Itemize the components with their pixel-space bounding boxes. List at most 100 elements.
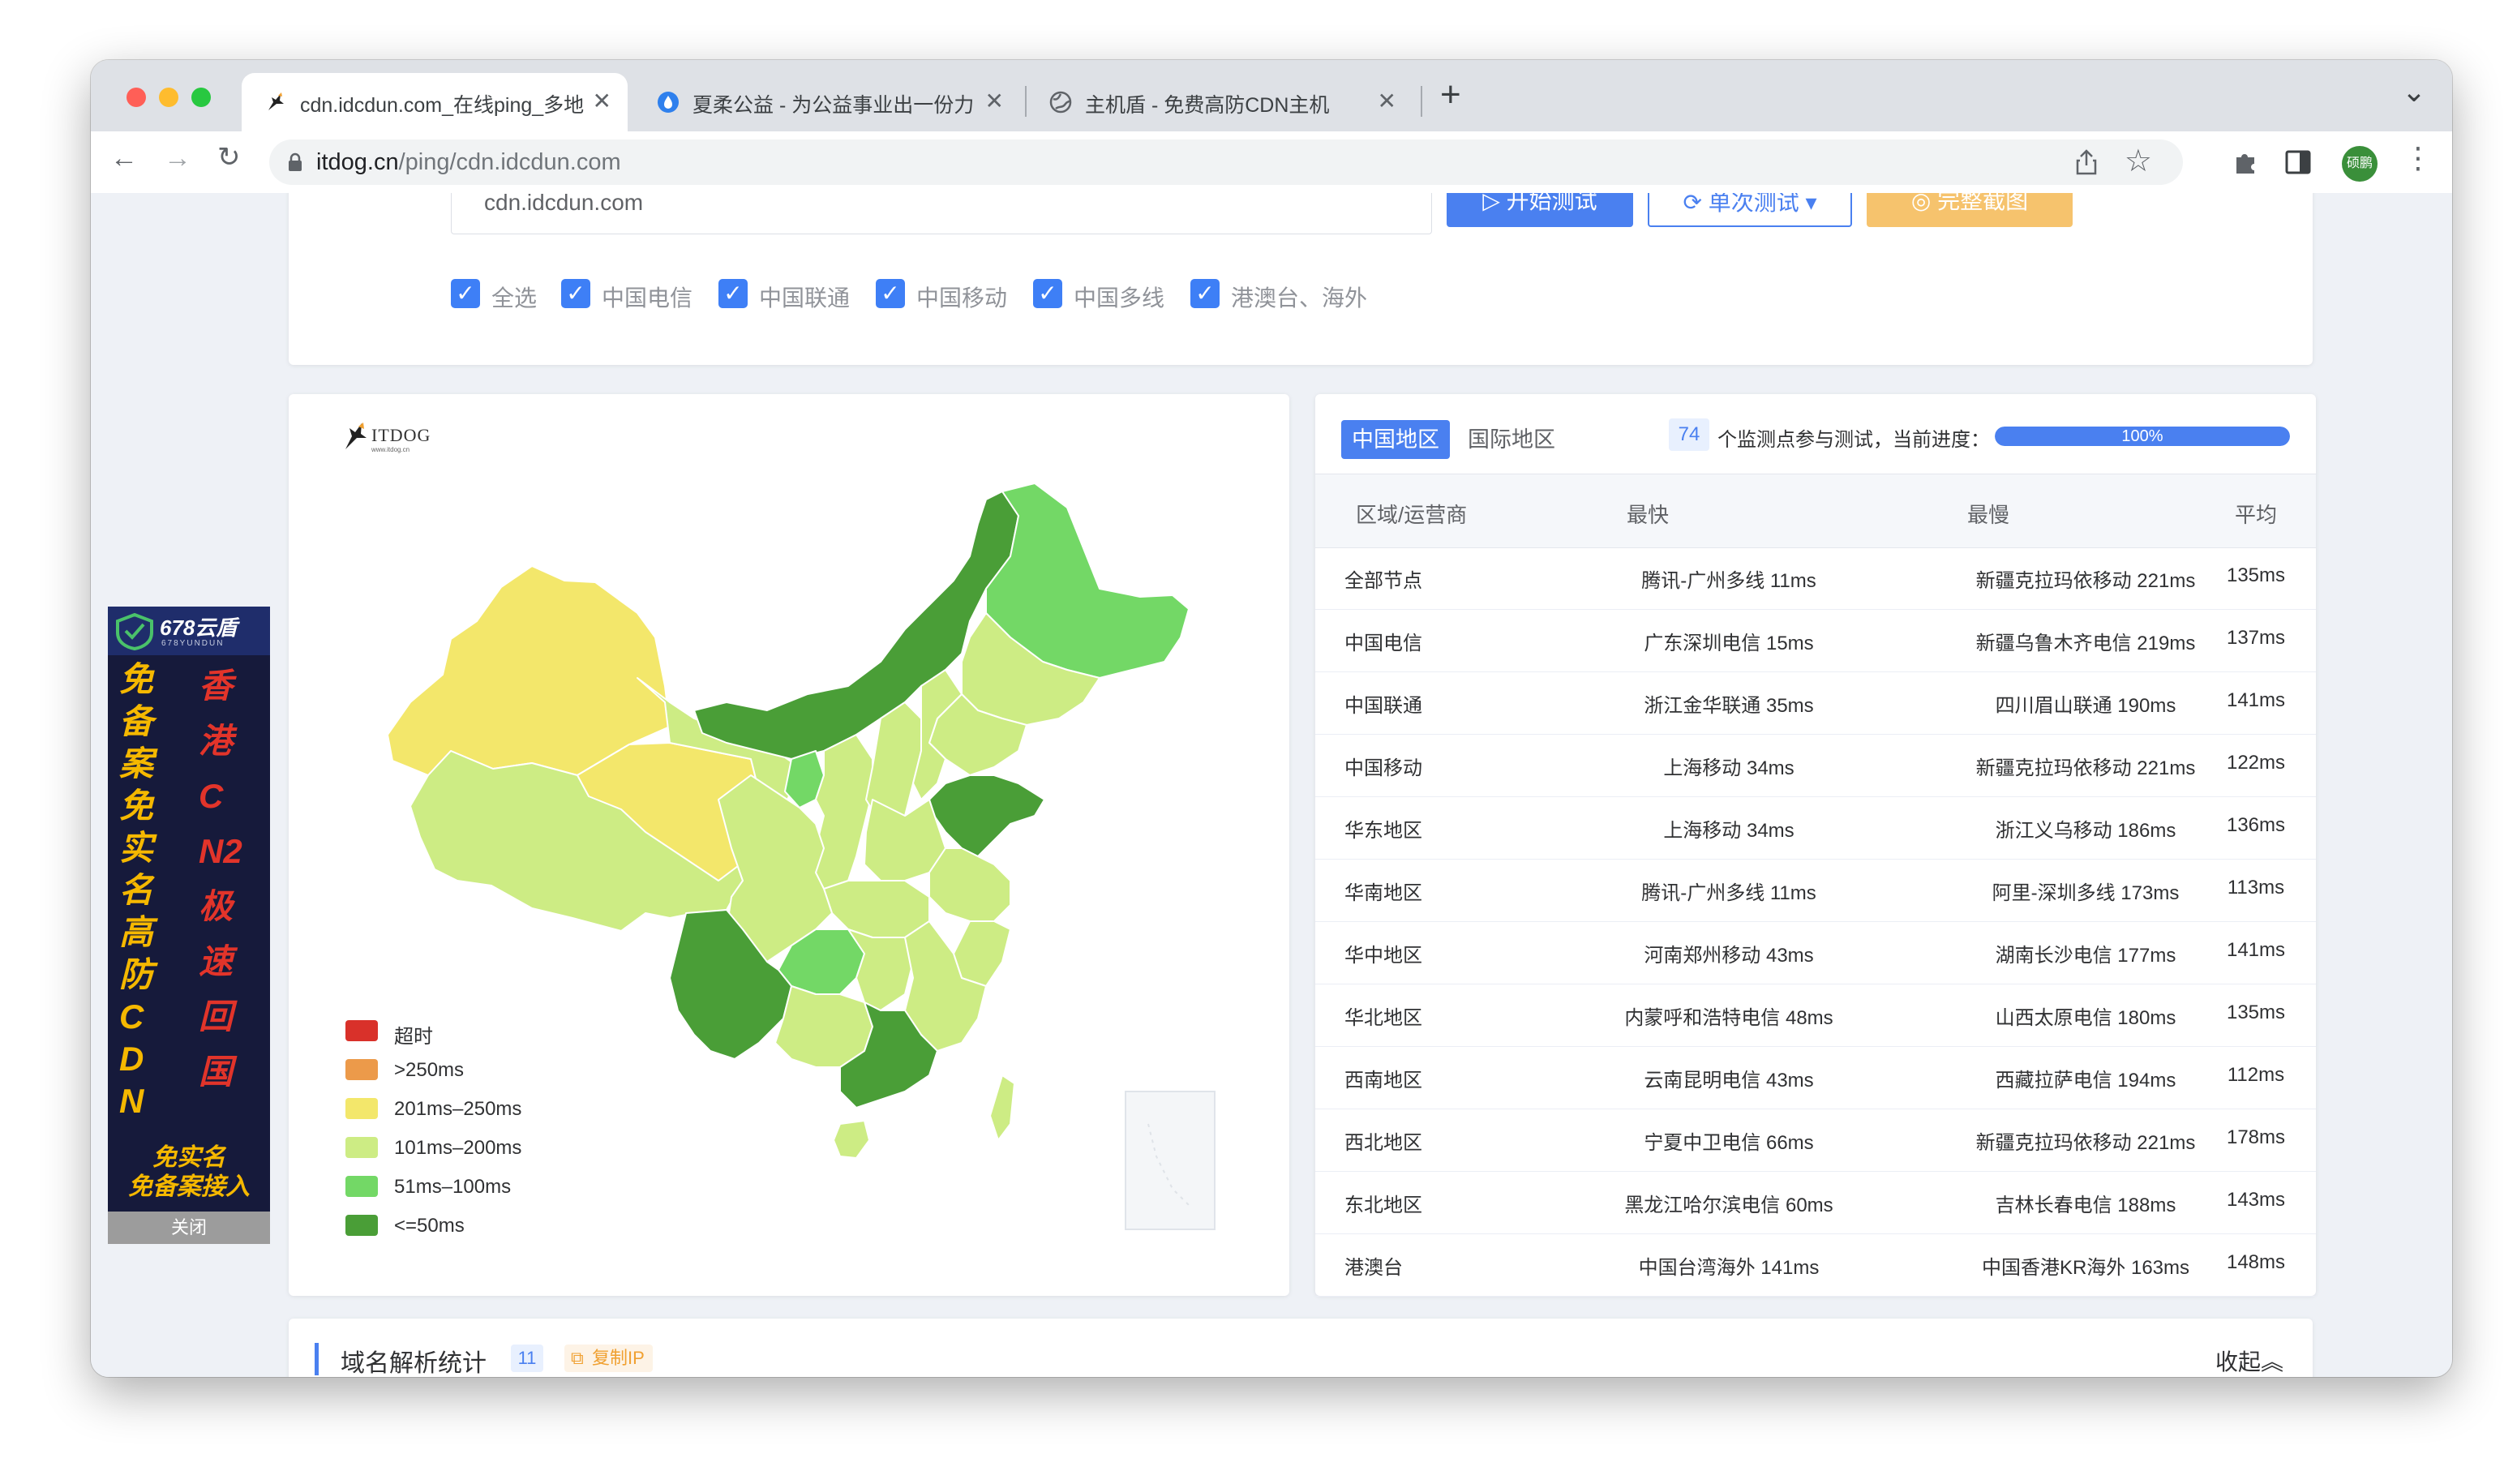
table-row: 东北地区 黑龙江哈尔滨电信 60ms 吉林长春电信 188ms 143ms — [1315, 1171, 2316, 1234]
cell-average: 143ms — [2226, 1189, 2286, 1211]
region-xinjiang — [387, 565, 671, 776]
results-card: 中国地区 国际地区 74 个监测点参与测试，当前进度： 100% 区域/运营商 … — [1315, 394, 2316, 1297]
cell-region: 港澳台 — [1344, 1257, 1403, 1279]
extensions-puzzle-icon[interactable] — [2232, 148, 2261, 177]
checkbox-check-icon[interactable]: ✓ — [718, 279, 748, 308]
cell-region: 中国联通 — [1344, 695, 1422, 717]
close-window-button[interactable] — [126, 88, 146, 107]
side-panel-icon[interactable] — [2285, 149, 2311, 175]
checkbox-check-icon[interactable]: ✓ — [561, 279, 590, 308]
cell-fastest: 腾讯-广州多线 11ms — [1641, 882, 1816, 904]
start-test-button[interactable]: ▷ 开始测试 — [1447, 193, 1633, 227]
cell-region: 西北地区 — [1344, 1132, 1422, 1154]
tab-separator — [1421, 86, 1422, 117]
checkbox-check-icon[interactable]: ✓ — [1033, 279, 1062, 308]
cell-region: 华东地区 — [1344, 820, 1422, 842]
tab-close-icon[interactable]: ✕ — [593, 88, 611, 114]
tab-strip: cdn.idcdun.com_在线ping_多地 ✕ 夏柔公益 - 为公益事业出… — [91, 60, 2452, 131]
region-jiangsu-anhui — [928, 847, 1011, 922]
progress-value: 100% — [2121, 427, 2163, 445]
cell-fastest: 云南昆明电信 43ms — [1644, 1070, 1814, 1092]
dns-count-badge: 11 — [511, 1345, 543, 1372]
cell-fastest: 广东深圳电信 15ms — [1644, 633, 1814, 654]
ad-close-button[interactable]: 关闭 — [108, 1212, 270, 1244]
cell-region: 华北地区 — [1344, 1007, 1422, 1029]
tab-itdog[interactable]: cdn.idcdun.com_在线ping_多地 ✕ — [242, 73, 628, 131]
back-arrow-icon[interactable]: ← — [110, 143, 138, 174]
tab-close-icon[interactable]: ✕ — [985, 88, 1004, 114]
dns-title: 域名解析统计 — [341, 1350, 487, 1377]
cell-average: 135ms — [2226, 564, 2286, 586]
copy-icon: ⧉ — [571, 1348, 584, 1368]
tab-international-region[interactable]: 国际地区 — [1468, 422, 1555, 453]
copy-ip-button[interactable]: ⧉ 复制IP — [564, 1345, 653, 1372]
collapse-button[interactable]: 收起︽ — [2215, 1345, 2283, 1377]
cell-fastest: 黑龙江哈尔滨电信 60ms — [1624, 1194, 1833, 1216]
ad-left-text: 免备案免实名高防CDN — [119, 660, 154, 1120]
domain-input-value: cdn.idcdun.com — [484, 193, 644, 215]
tab-title: 夏柔公益 - 为公益事业出一份力 — [692, 94, 975, 117]
region-taiwan — [989, 1074, 1015, 1141]
cell-region: 东北地区 — [1344, 1194, 1422, 1216]
cell-fastest: 河南郑州移动 43ms — [1644, 945, 1814, 967]
zoom-window-button[interactable] — [191, 88, 211, 107]
table-row: 中国联通 浙江金华联通 35ms 四川眉山联通 190ms 141ms — [1315, 671, 2316, 735]
tab-close-icon[interactable]: ✕ — [1378, 88, 1396, 114]
full-screenshot-button[interactable]: ◎ 完整截图 — [1867, 193, 2073, 227]
address-bar[interactable]: itdog.cn/ping/cdn.idcdun.com ☆ — [269, 139, 2183, 185]
browser-window: cdn.idcdun.com_在线ping_多地 ✕ 夏柔公益 - 为公益事业出… — [91, 60, 2452, 1377]
china-latency-map — [387, 483, 1216, 1230]
cell-region: 华南地区 — [1344, 882, 1422, 904]
forward-arrow-icon[interactable]: → — [164, 143, 191, 174]
cell-average: 137ms — [2226, 627, 2286, 649]
lock-icon[interactable] — [287, 152, 303, 172]
filter-label: 中国多线 — [1074, 285, 1165, 311]
reload-icon[interactable]: ↻ — [217, 141, 241, 174]
cell-average: 112ms — [2227, 1064, 2285, 1086]
ad-brand-sub: 678YUNDUN — [161, 639, 225, 648]
ad-header: 678云盾 678YUNDUN — [108, 607, 270, 655]
cell-average: 141ms — [2226, 689, 2286, 711]
search-card: cdn.idcdun.com ▷ 开始测试 ⟳ 单次测试 ▾ ◎ 完整截图 ✓ 全… — [289, 193, 2313, 365]
tab-zhujidun[interactable]: 主机盾 - 免费高防CDN主机 ✕ — [1027, 73, 1413, 131]
checkbox-check-icon[interactable]: ✓ — [1190, 279, 1220, 308]
cell-fastest: 腾讯-广州多线 11ms — [1641, 570, 1816, 592]
tab-search-chevron-down-icon[interactable]: ⌄ — [2402, 75, 2426, 109]
region-zhejiang — [953, 920, 1011, 987]
cell-region: 华中地区 — [1344, 945, 1422, 967]
cell-fastest: 中国台湾海外 141ms — [1638, 1257, 1820, 1279]
new-tab-button[interactable]: + — [1440, 75, 1461, 115]
chevron-up-icon: ︽ — [2260, 1349, 2283, 1375]
cell-average: 148ms — [2226, 1251, 2286, 1273]
cell-average: 135ms — [2226, 1001, 2286, 1023]
cell-average: 136ms — [2226, 814, 2286, 836]
profile-avatar[interactable]: 硕鹏 — [2342, 146, 2378, 182]
table-row: 华中地区 河南郑州移动 43ms 湖南长沙电信 177ms 141ms — [1315, 921, 2316, 984]
bookmark-star-icon[interactable]: ☆ — [2125, 143, 2152, 179]
itdog-favicon-icon — [268, 92, 284, 110]
region-shandong — [928, 774, 1045, 857]
cell-region: 中国电信 — [1344, 633, 1422, 654]
cell-fastest: 宁夏中卫电信 66ms — [1644, 1132, 1814, 1154]
table-row: 华东地区 上海移动 34ms 浙江义乌移动 186ms 136ms — [1315, 796, 2316, 860]
cell-average: 113ms — [2227, 877, 2285, 899]
checkbox-check-icon[interactable]: ✓ — [876, 279, 905, 308]
checkbox-check-icon[interactable]: ✓ — [451, 279, 480, 308]
table-header: 区域/运营商 最快 最慢 平均 — [1315, 474, 2316, 548]
single-test-button[interactable]: ⟳ 单次测试 ▾ — [1648, 193, 1852, 227]
ad-banner[interactable]: 678云盾 678YUNDUN 免备案免实名高防CDN 香港CN2极速回国 免实… — [108, 607, 270, 1244]
tab-xiarou[interactable]: 夏柔公益 - 为公益事业出一份力 ✕ — [634, 73, 1020, 131]
tab-title: cdn.idcdun.com_在线ping_多地 — [300, 94, 584, 117]
cell-region: 全部节点 — [1344, 570, 1422, 592]
filter-label: 中国移动 — [916, 285, 1008, 311]
url-path: /ping/cdn.idcdun.com — [398, 149, 621, 175]
kebab-menu-icon[interactable]: ⋮ — [2403, 141, 2433, 175]
tab-china-region[interactable]: 中国地区 — [1341, 420, 1450, 459]
filter-label: 港澳台、海外 — [1231, 285, 1368, 311]
filter-label: 全选 — [491, 285, 538, 311]
ad-right-text: 香港CN2极速回国 — [199, 667, 242, 1091]
minimize-window-button[interactable] — [159, 88, 178, 107]
share-icon[interactable] — [2074, 149, 2099, 175]
domain-input[interactable]: cdn.idcdun.com — [451, 193, 1432, 234]
table-row: 中国电信 广东深圳电信 15ms 新疆乌鲁木齐电信 219ms 137ms — [1315, 609, 2316, 672]
